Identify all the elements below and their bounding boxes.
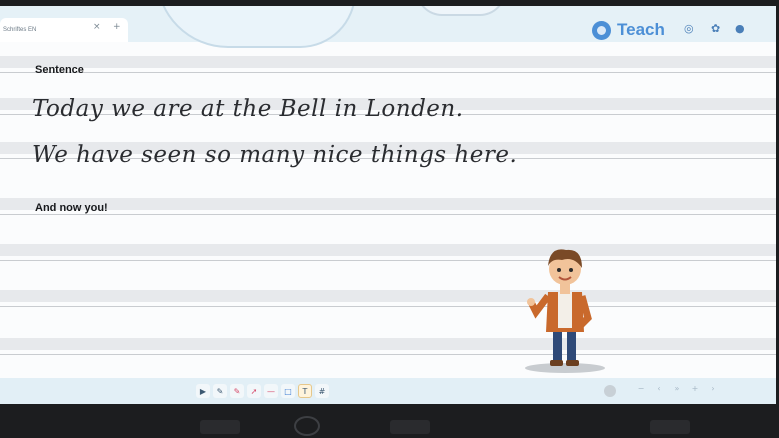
zoom-out-button[interactable]: −	[636, 384, 646, 398]
zoom-in-button[interactable]: +	[690, 384, 700, 398]
settings-icon[interactable]: ●	[735, 22, 745, 35]
monitor-button	[200, 420, 240, 434]
cartoon-boy-illustration	[525, 249, 605, 373]
marker-tool-button[interactable]: ✎	[230, 384, 244, 398]
next-page-button[interactable]: ›	[708, 384, 718, 398]
info-icon[interactable]: ◎	[684, 22, 694, 35]
page-navigation: − ‹ » + ›	[636, 384, 718, 398]
new-tab-icon[interactable]: +	[113, 22, 121, 32]
bottom-toolbar: ▶ ✎ ✎ ➚ — □ T # − ‹ » + ›	[0, 378, 776, 404]
document-tab[interactable]: Schriftes EN × +	[0, 18, 128, 42]
heading-and-now-you: And now you!	[35, 202, 108, 214]
previous-page-button[interactable]: ‹	[654, 384, 664, 398]
monitor-button	[650, 420, 690, 434]
drawing-tools: ▶ ✎ ✎ ➚ — □ T #	[196, 384, 329, 398]
fast-forward-button[interactable]: »	[672, 384, 682, 398]
monitor-power-icon	[294, 416, 320, 436]
lined-paper: Sentence Today we are at the Bell in Lon…	[0, 42, 776, 378]
zoom-control-icon[interactable]	[604, 385, 616, 397]
handwriting-line-1[interactable]: Today we are at the Bell in Londen.	[32, 96, 464, 122]
pen-tool-button[interactable]: ✎	[213, 384, 227, 398]
app-screen: Schriftes EN × + Teach ◎ ✿ ● Sentence To…	[0, 6, 776, 404]
tab-title: Schriftes EN	[3, 27, 37, 33]
pointer-tool-button[interactable]: ▶	[196, 384, 210, 398]
brand-name: Teach	[617, 20, 665, 39]
monitor-button	[390, 420, 430, 434]
top-bar: Schriftes EN × + Teach ◎ ✿ ●	[0, 6, 776, 42]
shape-tool-button[interactable]: □	[281, 384, 295, 398]
handwriting-line-2[interactable]: We have seen so many nice things here.	[32, 142, 517, 168]
refresh-icon[interactable]: ✿	[711, 22, 720, 35]
heading-sentence: Sentence	[35, 64, 84, 76]
brand: Teach	[592, 20, 665, 40]
brand-logo-icon	[592, 20, 611, 40]
pin-tool-button[interactable]: ➚	[247, 384, 261, 398]
line-tool-button[interactable]: —	[264, 384, 278, 398]
text-tool-button[interactable]: T	[298, 384, 312, 398]
tab-close-icon[interactable]: ×	[93, 22, 101, 32]
grid-tool-button[interactable]: #	[315, 384, 329, 398]
